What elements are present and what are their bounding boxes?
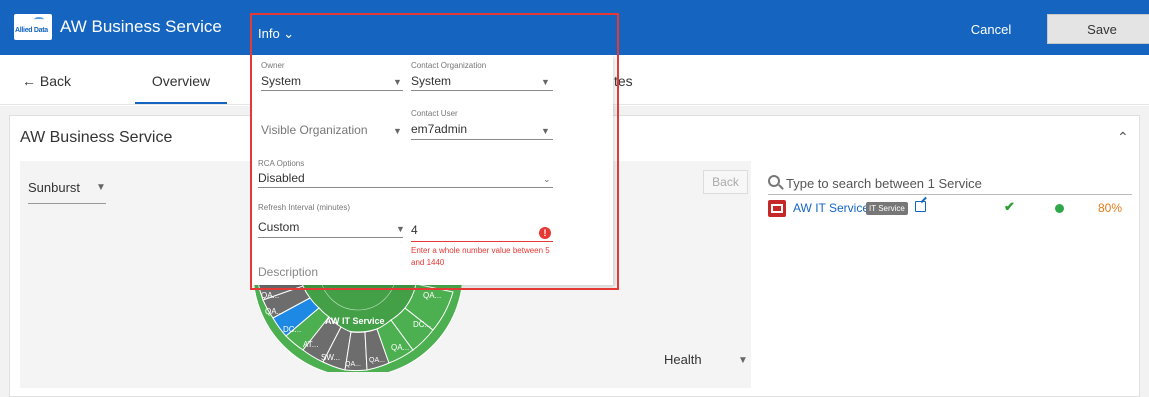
view-type-select[interactable]: Sunburst ▼ — [28, 180, 106, 204]
segment-label: QA... — [423, 291, 441, 300]
highlight-frame — [250, 13, 619, 290]
card-title: AW Business Service — [20, 129, 173, 146]
segment-label: QA... — [391, 343, 409, 352]
segment-label: AT... — [303, 340, 318, 349]
list-item: AW IT Service IT Service ✔ 80% — [768, 199, 1132, 218]
caret-down-icon: ▼ — [738, 355, 748, 366]
brand-logo: Allied Data — [14, 14, 52, 40]
segment-label: QA... — [261, 291, 279, 300]
caret-down-icon: ▼ — [96, 182, 106, 193]
service-name-link[interactable]: AW IT Service — [793, 201, 869, 215]
segment-label: DC... — [283, 325, 301, 334]
color-by-select[interactable]: Health ▼ — [664, 352, 752, 378]
segment-label: QA... — [369, 357, 385, 364]
check-icon: ✔ — [1004, 199, 1015, 214]
segment-label: QA... — [345, 361, 361, 368]
tab-overview[interactable]: Overview — [135, 55, 227, 104]
service-type-badge: IT Service — [866, 202, 908, 215]
back-link[interactable]: ← Back — [22, 73, 71, 89]
search-input[interactable] — [786, 173, 1116, 193]
segment-label: SW... — [321, 353, 340, 362]
service-search — [768, 173, 1132, 195]
search-icon — [768, 175, 780, 187]
cancel-button[interactable]: Cancel — [962, 15, 1020, 43]
chevron-up-icon[interactable]: ⌃ — [1117, 129, 1129, 146]
availability-value: 80% — [1098, 201, 1123, 215]
segment-label: QA... — [265, 307, 283, 316]
logo-text: Allied Data — [15, 27, 48, 34]
page-title: AW Business Service — [60, 17, 222, 36]
segment-label: DC... — [413, 320, 431, 329]
external-link-icon[interactable] — [915, 201, 926, 212]
color-by-value: Health — [664, 352, 702, 367]
viz-back-button[interactable]: Back — [703, 170, 748, 194]
service-icon — [768, 200, 786, 217]
view-type-value: Sunburst — [28, 180, 81, 195]
sunburst-center-label: AW IT Service — [325, 316, 385, 326]
save-button[interactable]: Save — [1047, 14, 1149, 44]
status-dot-icon — [1055, 204, 1064, 213]
